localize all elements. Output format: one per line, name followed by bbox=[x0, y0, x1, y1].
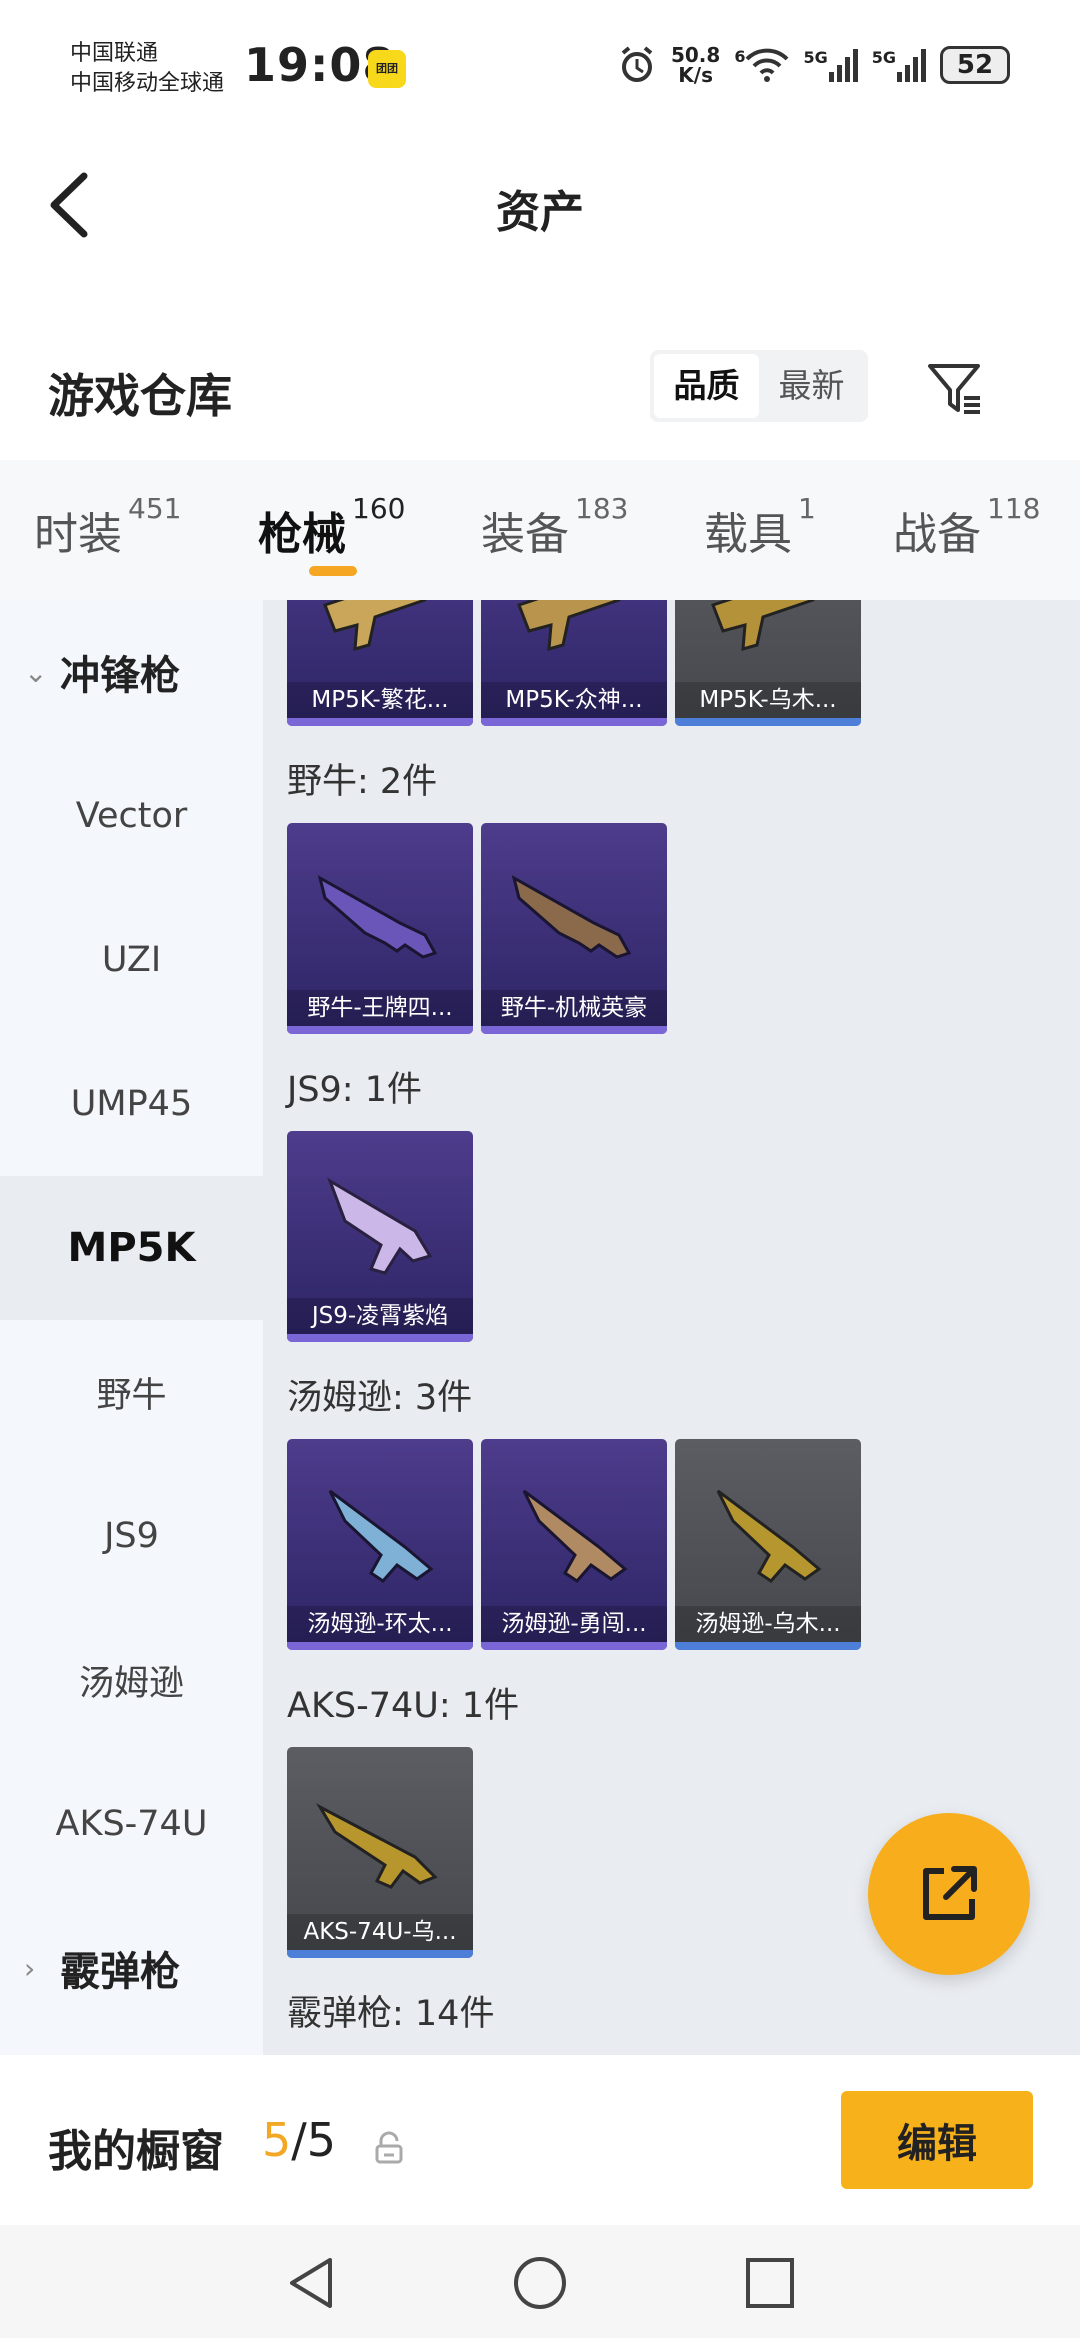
weapon-card[interactable]: 汤姆逊-环太... bbox=[287, 1439, 473, 1650]
sort-newest-button[interactable]: 最新 bbox=[759, 354, 864, 418]
side-item-uzi[interactable]: UZI bbox=[0, 888, 263, 1032]
battery-indicator: 52 bbox=[940, 46, 1010, 84]
weapon-name: 汤姆逊-环太... bbox=[287, 1606, 473, 1642]
filter-icon[interactable] bbox=[926, 360, 984, 418]
weapon-type-menu: ⌄ 冲锋枪 Vector UZI UMP45 MP5K 野牛 JS9 汤姆逊 AK… bbox=[0, 600, 263, 2055]
status-icons: 50.8 K/s 6 5G 5G 52 bbox=[617, 45, 1010, 85]
carrier-1: 中国联通 bbox=[70, 41, 159, 66]
weapon-name: 野牛-王牌四... bbox=[287, 990, 473, 1026]
weapon-card[interactable]: MP5K-乌木... bbox=[675, 600, 861, 726]
section-title: 野牛: 2件 bbox=[287, 762, 438, 802]
smg-skin-icon bbox=[711, 600, 815, 652]
system-nav-bar bbox=[0, 2225, 1080, 2338]
tab-fashion[interactable]: 时装451 bbox=[34, 492, 181, 562]
tab-equipment[interactable]: 装备183 bbox=[481, 492, 628, 562]
weapon-name: 野牛-机械英豪 bbox=[481, 990, 667, 1026]
weapon-card[interactable]: MP5K-繁花... bbox=[287, 600, 473, 726]
smg-skin-icon bbox=[522, 1489, 628, 1583]
share-external-icon bbox=[923, 1866, 977, 1920]
carrier-2: 中国移动全球通 bbox=[70, 71, 225, 96]
weapon-name: JS9-凌霄紫焰 bbox=[287, 1298, 473, 1334]
net-speed: 50.8 K/s bbox=[670, 43, 721, 87]
tab-supplies[interactable]: 战备118 bbox=[893, 492, 1040, 562]
side-group-smg[interactable]: ⌄ 冲锋枪 bbox=[0, 600, 263, 744]
weapon-card[interactable]: JS9-凌霄紫焰 bbox=[287, 1131, 473, 1342]
weapon-name: 汤姆逊-乌木... bbox=[675, 1606, 861, 1642]
page-title: 资产 bbox=[496, 187, 584, 238]
nav-recents-icon[interactable] bbox=[745, 2257, 795, 2309]
signal-2-icon: 5G bbox=[872, 48, 926, 82]
side-item-vector[interactable]: Vector bbox=[0, 744, 263, 888]
tab-weapons[interactable]: 枪械160 bbox=[258, 492, 405, 562]
weapon-name: MP5K-乌木... bbox=[675, 682, 861, 718]
chevron-right-icon: › bbox=[24, 1951, 36, 1985]
section-title: AKS-74U: 1件 bbox=[287, 1686, 520, 1726]
warehouse-title: 游戏仓库 bbox=[48, 369, 232, 423]
share-button[interactable] bbox=[868, 1813, 1030, 1975]
showcase-count: 5/5 bbox=[262, 2113, 337, 2167]
alarm-icon bbox=[621, 46, 653, 82]
status-bar: 中国联通 中国移动全球通 19:08 团团 50.8 K/s 6 5G 5G 5… bbox=[0, 0, 1080, 130]
weapon-name: MP5K-众神... bbox=[481, 682, 667, 718]
wifi-icon: 6 bbox=[734, 47, 789, 83]
weapon-card[interactable]: 汤姆逊-乌木... bbox=[675, 1439, 861, 1650]
weapon-card[interactable]: 汤姆逊-勇闯... bbox=[481, 1439, 667, 1650]
side-item-js9[interactable]: JS9 bbox=[0, 1464, 263, 1608]
tab-vehicles[interactable]: 载具1 bbox=[704, 492, 816, 562]
weapon-card[interactable]: AKS-74U-乌... bbox=[287, 1747, 473, 1958]
smg-skin-icon bbox=[716, 1489, 822, 1583]
section-title: 霰弹枪: 14件 bbox=[287, 1994, 495, 2034]
sort-quality-button[interactable]: 品质 bbox=[654, 354, 759, 418]
edit-button[interactable]: 编辑 bbox=[841, 2091, 1033, 2189]
category-tabs: 时装451 枪械160 装备183 载具1 战备118 bbox=[0, 460, 1080, 600]
weapon-card[interactable]: 野牛-机械英豪 bbox=[481, 823, 667, 1034]
nav-home-icon[interactable] bbox=[512, 2255, 568, 2311]
side-item-thompson[interactable]: 汤姆逊 bbox=[0, 1608, 263, 1752]
weapon-name: AKS-74U-乌... bbox=[287, 1914, 473, 1950]
chevron-down-icon: ⌄ bbox=[24, 655, 48, 689]
smg-skin-icon bbox=[328, 1489, 434, 1583]
section-title: JS9: 1件 bbox=[287, 1070, 422, 1110]
smg-skin-icon bbox=[511, 874, 632, 959]
lock-icon bbox=[375, 2131, 403, 2164]
weapon-card[interactable]: 野牛-王牌四... bbox=[287, 823, 473, 1034]
side-item-ump45[interactable]: UMP45 bbox=[0, 1032, 263, 1176]
notification-app-icon: 团团 bbox=[368, 50, 406, 88]
smg-skin-icon bbox=[323, 600, 427, 652]
app-header: 资产 bbox=[0, 130, 1080, 280]
weapon-name: 汤姆逊-勇闯... bbox=[481, 1606, 667, 1642]
smg-skin-icon bbox=[315, 1803, 438, 1889]
warehouse-header: 游戏仓库 品质 最新 bbox=[0, 280, 1080, 460]
smg-skin-icon bbox=[317, 874, 438, 959]
showcase-title: 我的橱窗 bbox=[48, 2126, 224, 2177]
side-item-mp5k[interactable]: MP5K bbox=[0, 1176, 263, 1320]
sort-toggle: 品质 最新 bbox=[650, 350, 868, 422]
smg-skin-icon bbox=[517, 600, 621, 652]
section-title: 汤姆逊: 3件 bbox=[287, 1378, 473, 1418]
side-group-shotgun[interactable]: › 霰弹枪 bbox=[0, 1896, 263, 2040]
active-tab-indicator bbox=[309, 566, 357, 576]
weapon-name: MP5K-繁花... bbox=[287, 682, 473, 718]
weapon-card[interactable]: MP5K-众神... bbox=[481, 600, 667, 726]
side-item-bizon[interactable]: 野牛 bbox=[0, 1320, 263, 1464]
showcase-bar: 我的橱窗 5/5 编辑 bbox=[0, 2055, 1080, 2225]
signal-1-icon: 5G bbox=[803, 48, 858, 82]
nav-back-icon[interactable] bbox=[286, 2255, 336, 2311]
smg-skin-icon bbox=[327, 1177, 433, 1275]
side-item-aks74u[interactable]: AKS-74U bbox=[0, 1752, 263, 1896]
